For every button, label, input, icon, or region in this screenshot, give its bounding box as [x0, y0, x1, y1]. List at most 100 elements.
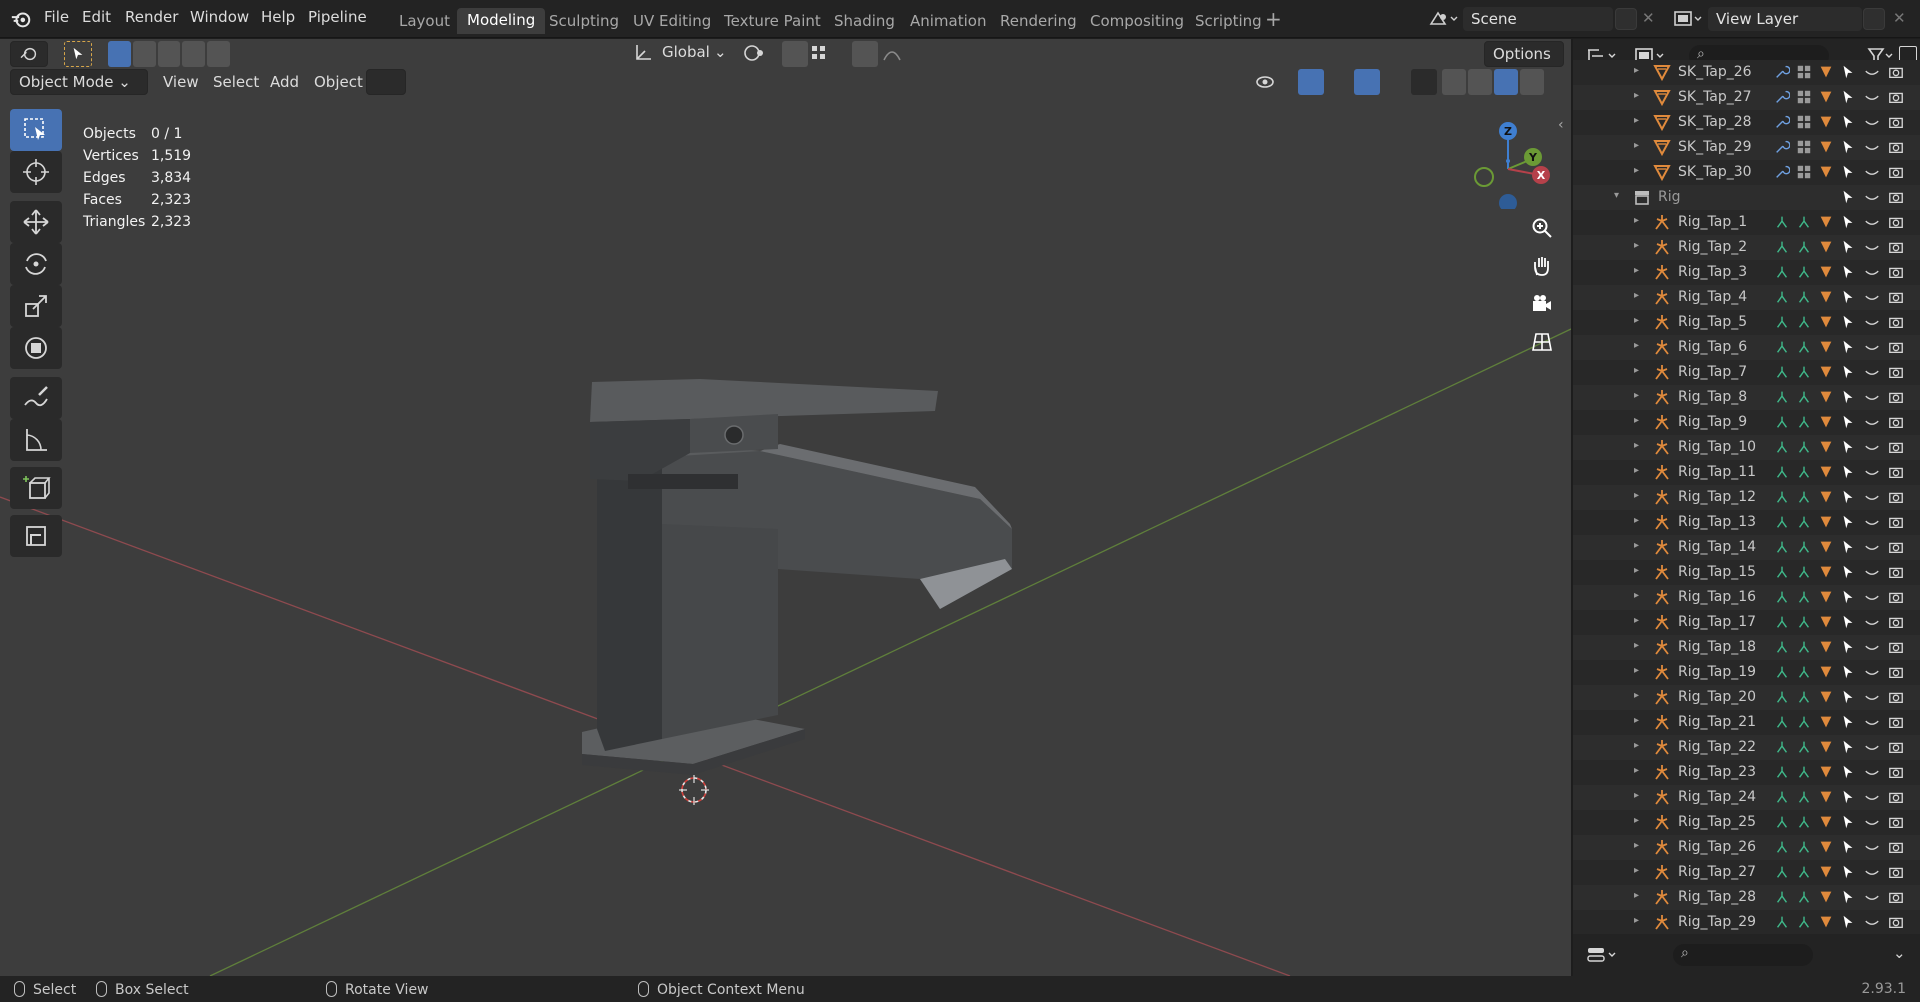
rendered-shading-icon[interactable] [1520, 69, 1544, 95]
bone-icon[interactable] [1796, 564, 1812, 584]
expand-right-icon[interactable]: ▸ [1634, 915, 1639, 926]
pose-icon[interactable] [1774, 339, 1790, 359]
hide-toggle-icon[interactable] [1864, 239, 1880, 259]
outliner-item-name[interactable]: Rig_Tap_7 [1678, 364, 1747, 380]
hide-toggle-icon[interactable] [1864, 389, 1880, 409]
add-workspace-icon[interactable]: + [1265, 7, 1282, 31]
expand-down-icon[interactable]: ▾ [1614, 190, 1619, 201]
render-toggle-icon[interactable] [1888, 364, 1904, 384]
selectable-toggle-icon[interactable] [1840, 289, 1856, 309]
armature-data-icon[interactable] [1818, 214, 1834, 234]
expand-right-icon[interactable]: ▸ [1634, 790, 1639, 801]
navigation-gizmo[interactable]: Z Y X [1462, 109, 1562, 209]
shading-mode-buttons[interactable] [1442, 69, 1552, 95]
armature-data-icon[interactable] [1818, 889, 1834, 909]
armature-data-icon[interactable] [1818, 614, 1834, 634]
perspective-toggle-icon[interactable] [1525, 325, 1559, 359]
expand-right-icon[interactable]: ▸ [1634, 615, 1639, 626]
pose-icon[interactable] [1774, 364, 1790, 384]
outliner-object-row[interactable]: ▸ SK_Tap_28 [1573, 110, 1920, 135]
selectable-toggle-icon[interactable] [1840, 264, 1856, 284]
outliner-item-name[interactable]: Rig_Tap_1 [1678, 214, 1747, 230]
armature-data-icon[interactable] [1818, 914, 1834, 932]
outliner-object-row[interactable]: ▸ Rig_Tap_5 [1573, 310, 1920, 335]
menu-render[interactable]: Render [125, 8, 178, 26]
render-toggle-icon[interactable] [1888, 489, 1904, 509]
outliner-object-row[interactable]: ▸ Rig_Tap_6 [1573, 335, 1920, 360]
render-toggle-icon[interactable] [1888, 614, 1904, 634]
outliner-object-row[interactable]: ▸ SK_Tap_30 [1573, 160, 1920, 185]
render-toggle-icon[interactable] [1888, 864, 1904, 884]
scale-tool[interactable] [10, 285, 62, 327]
select-tool-button[interactable] [64, 41, 92, 67]
selectable-toggle-icon[interactable] [1840, 814, 1856, 834]
expand-right-icon[interactable]: ▸ [1634, 715, 1639, 726]
snap-increment-icon[interactable] [810, 42, 846, 64]
mesh-data-icon[interactable] [1796, 164, 1812, 184]
properties-editor-icon[interactable] [1585, 944, 1621, 966]
expand-right-icon[interactable]: ▸ [1634, 165, 1639, 176]
hide-toggle-icon[interactable] [1864, 164, 1880, 184]
outliner-object-row[interactable]: ▸ Rig_Tap_19 [1573, 660, 1920, 685]
hide-toggle-icon[interactable] [1864, 789, 1880, 809]
mode-dropdown[interactable]: Object Mode ⌄ [10, 69, 148, 95]
armature-data-icon[interactable] [1818, 864, 1834, 884]
expand-right-icon[interactable]: ▸ [1634, 115, 1639, 126]
menu-window[interactable]: Window [190, 8, 249, 26]
selection-mode-buttons[interactable] [108, 41, 230, 67]
vertex-groups-icon[interactable] [1818, 114, 1834, 134]
pose-icon[interactable] [1774, 889, 1790, 909]
expand-right-icon[interactable]: ▸ [1634, 815, 1639, 826]
modifier-icon[interactable] [1774, 64, 1791, 84]
camera-view-icon[interactable] [1525, 287, 1559, 321]
outliner-object-row[interactable]: ▸ Rig_Tap_28 [1573, 885, 1920, 910]
pose-icon[interactable] [1774, 464, 1790, 484]
armature-data-icon[interactable] [1818, 464, 1834, 484]
outliner-object-row[interactable]: ▸ Rig_Tap_11 [1573, 460, 1920, 485]
hide-toggle-icon[interactable] [1864, 664, 1880, 684]
xray-toggle-icon[interactable] [1411, 69, 1437, 95]
outliner-item-name[interactable]: SK_Tap_29 [1678, 139, 1752, 155]
render-toggle-icon[interactable] [1888, 114, 1904, 134]
render-toggle-icon[interactable] [1888, 789, 1904, 809]
selectable-toggle-icon[interactable] [1840, 89, 1856, 109]
selectable-toggle-icon[interactable] [1840, 539, 1856, 559]
selectable-toggle-icon[interactable] [1840, 189, 1856, 209]
outliner-item-name[interactable]: Rig_Tap_24 [1678, 789, 1756, 805]
pose-icon[interactable] [1774, 389, 1790, 409]
mode-subtract-icon[interactable] [157, 41, 181, 67]
armature-data-icon[interactable] [1818, 739, 1834, 759]
gizmo-toggle-icon[interactable] [1298, 69, 1324, 95]
expand-right-icon[interactable]: ▸ [1634, 540, 1639, 551]
bone-icon[interactable] [1796, 414, 1812, 434]
hide-toggle-icon[interactable] [1864, 564, 1880, 584]
expand-right-icon[interactable]: ▸ [1634, 365, 1639, 376]
hide-toggle-icon[interactable] [1864, 689, 1880, 709]
outliner-item-name[interactable]: Rig_Tap_25 [1678, 814, 1756, 830]
selectable-toggle-icon[interactable] [1840, 489, 1856, 509]
menu-pipeline[interactable]: Pipeline [308, 8, 367, 26]
outliner-item-name[interactable]: Rig_Tap_8 [1678, 389, 1747, 405]
proportional-edit-icon[interactable] [852, 41, 878, 67]
render-toggle-icon[interactable] [1888, 339, 1904, 359]
pose-icon[interactable] [1774, 639, 1790, 659]
wireframe-shading-icon[interactable] [1442, 69, 1466, 95]
extrude-tool[interactable] [10, 515, 62, 557]
selectable-toggle-icon[interactable] [1840, 789, 1856, 809]
pose-icon[interactable] [1774, 764, 1790, 784]
bone-icon[interactable] [1796, 314, 1812, 334]
hide-toggle-icon[interactable] [1864, 914, 1880, 932]
selectable-toggle-icon[interactable] [1840, 414, 1856, 434]
render-toggle-icon[interactable] [1888, 239, 1904, 259]
pose-icon[interactable] [1774, 664, 1790, 684]
chevron-down-icon[interactable]: ⌄ [714, 43, 727, 61]
outliner-item-name[interactable]: Rig_Tap_18 [1678, 639, 1756, 655]
bone-icon[interactable] [1796, 714, 1812, 734]
overlay-toggle-icon[interactable] [1354, 69, 1380, 95]
render-toggle-icon[interactable] [1888, 689, 1904, 709]
new-view-layer-icon[interactable] [1863, 8, 1885, 30]
hide-toggle-icon[interactable] [1864, 464, 1880, 484]
tab-sculpting[interactable]: Sculpting [539, 9, 629, 35]
selectable-toggle-icon[interactable] [1840, 164, 1856, 184]
hide-toggle-icon[interactable] [1864, 889, 1880, 909]
